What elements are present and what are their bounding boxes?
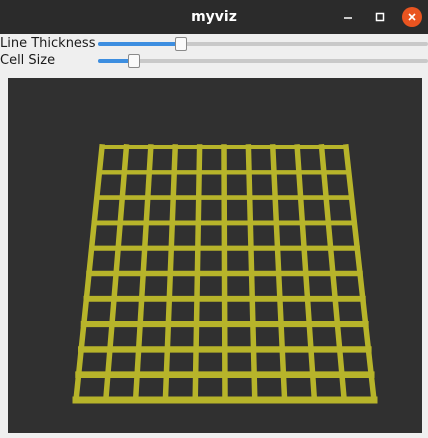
- line-thickness-row: Line Thickness: [0, 35, 428, 53]
- grid-line-vertical: [245, 144, 258, 403]
- minimize-button[interactable]: [338, 7, 358, 27]
- cell-size-row: Cell Size: [0, 52, 428, 70]
- cell-size-label: Cell Size: [0, 53, 56, 68]
- window-title: myviz: [191, 9, 237, 25]
- line-thickness-label: Line Thickness: [0, 36, 96, 51]
- app-window: myviz Line Thickness Cell Size: [0, 0, 428, 438]
- grid-line-vertical: [221, 144, 228, 403]
- grid-line-vertical: [192, 144, 203, 403]
- title-bar[interactable]: myviz: [0, 0, 428, 34]
- cell-size-slider[interactable]: [98, 54, 428, 68]
- slider-handle[interactable]: [175, 37, 187, 51]
- line-thickness-slider[interactable]: [98, 37, 428, 51]
- render-viewport[interactable]: [8, 78, 422, 433]
- close-icon: [408, 13, 416, 21]
- grid-render: [72, 143, 378, 404]
- minimize-icon: [344, 17, 352, 19]
- slider-fill: [98, 42, 181, 46]
- slider-handle[interactable]: [128, 54, 140, 68]
- maximize-button[interactable]: [370, 7, 390, 27]
- close-button[interactable]: [402, 7, 422, 27]
- slider-track: [98, 59, 428, 63]
- maximize-icon: [375, 12, 385, 22]
- controls-panel: Line Thickness Cell Size: [0, 34, 428, 70]
